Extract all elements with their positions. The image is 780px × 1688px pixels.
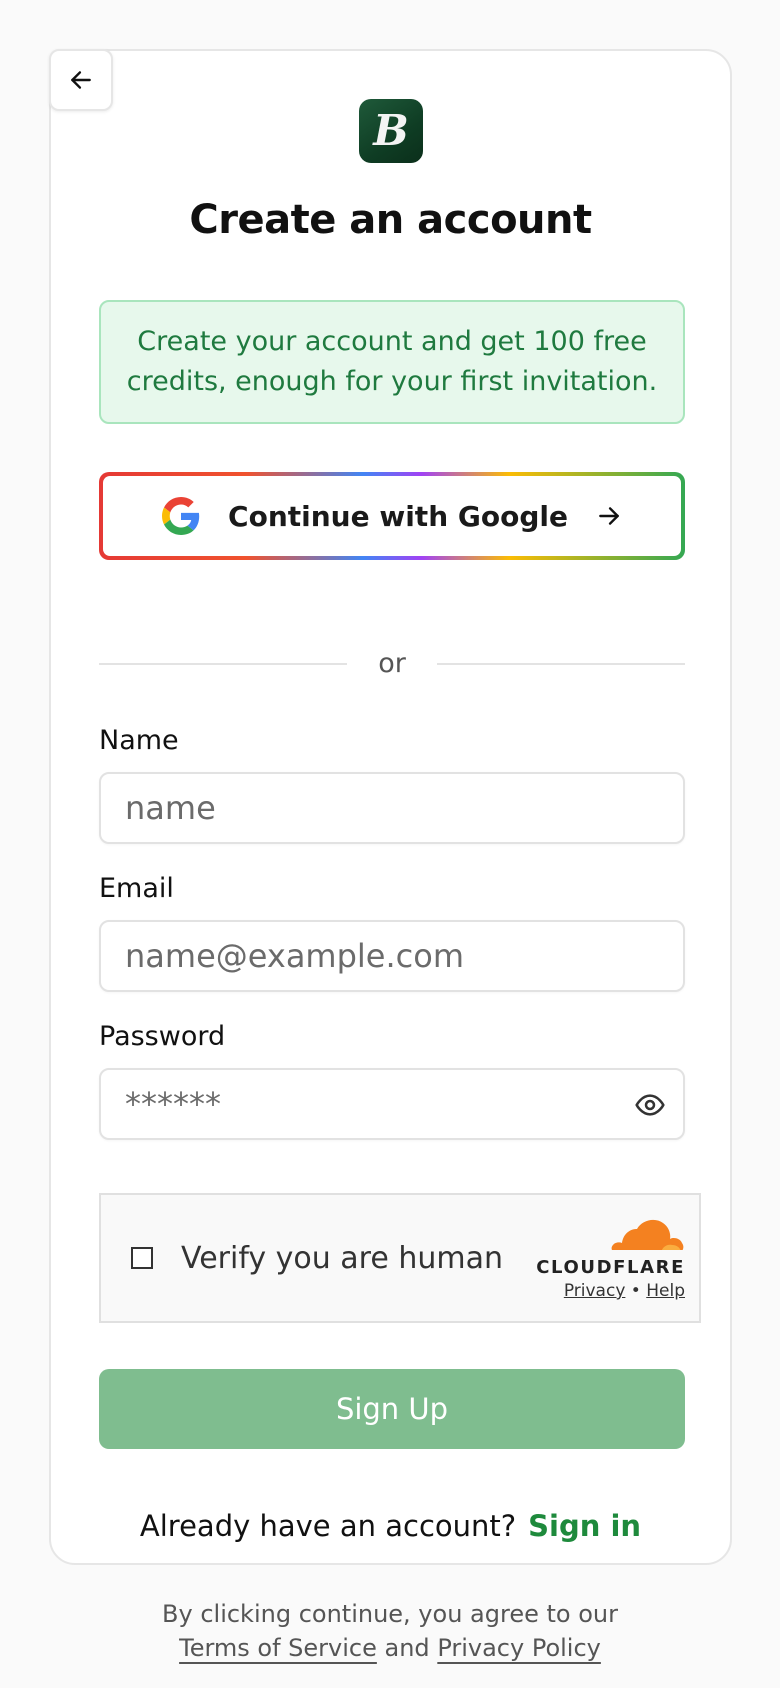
sign-in-prompt: Already have an account? Sign in <box>51 1509 730 1543</box>
cloudflare-branding: CLOUDFLARE Privacy • Help <box>533 1217 685 1303</box>
email-field-wrapper <box>99 920 685 992</box>
legal-prefix: By clicking continue, you agree to our <box>162 1600 618 1628</box>
cloudflare-cloud-icon <box>609 1219 685 1253</box>
legal-links-row: Terms of Service and Privacy Policy <box>0 1631 780 1665</box>
eye-icon <box>635 1094 665 1116</box>
password-field-wrapper <box>99 1068 685 1140</box>
legal-and: and <box>384 1634 430 1662</box>
password-input[interactable] <box>125 1085 683 1123</box>
name-label: Name <box>99 725 179 756</box>
page-title: Create an account <box>189 197 592 243</box>
legal-notice: By clicking continue, you agree to our T… <box>0 1597 780 1665</box>
name-input[interactable] <box>125 789 683 827</box>
email-label: Email <box>99 873 174 904</box>
back-button[interactable] <box>49 49 113 111</box>
show-password-toggle[interactable] <box>633 1088 667 1122</box>
free-credits-text: Create your account and get 100 free cre… <box>126 326 658 397</box>
sign-in-prompt-text: Already have an account? <box>139 1509 517 1543</box>
cloudflare-links: Privacy • Help <box>564 1281 685 1301</box>
sign-up-button[interactable]: Sign Up <box>99 1369 685 1449</box>
privacy-policy-link[interactable]: Privacy Policy <box>437 1634 601 1662</box>
terms-of-service-link[interactable]: Terms of Service <box>179 1634 377 1662</box>
continue-with-google-button[interactable]: Continue with Google <box>99 472 685 560</box>
logo-letter: B <box>373 106 409 155</box>
divider-line-right <box>437 663 685 665</box>
arrow-right-icon <box>599 507 619 525</box>
cloudflare-captcha-widget: Verify you are human CLOUDFLARE Privacy … <box>99 1193 701 1323</box>
cloudflare-wordmark: CLOUDFLARE <box>536 1257 685 1278</box>
signup-card: B Create an account Create your account … <box>49 49 732 1565</box>
app-logo: B <box>359 99 423 163</box>
google-button-inner: Continue with Google <box>103 476 681 556</box>
google-button-label: Continue with Google <box>228 499 568 533</box>
arrow-left-icon <box>71 71 91 89</box>
verify-human-checkbox[interactable] <box>131 1247 153 1269</box>
free-credits-banner: Create your account and get 100 free cre… <box>99 300 685 424</box>
name-field-wrapper <box>99 772 685 844</box>
cloudflare-link-separator: • <box>630 1281 641 1301</box>
verify-human-label: Verify you are human <box>181 1240 504 1276</box>
email-input[interactable] <box>125 937 683 975</box>
sign-in-link[interactable]: Sign in <box>528 1509 641 1543</box>
or-divider: or <box>99 649 685 679</box>
password-label: Password <box>99 1021 226 1052</box>
cloudflare-help-link[interactable]: Help <box>646 1281 685 1301</box>
google-logo-icon <box>162 497 200 535</box>
cloudflare-privacy-link[interactable]: Privacy <box>564 1281 626 1301</box>
